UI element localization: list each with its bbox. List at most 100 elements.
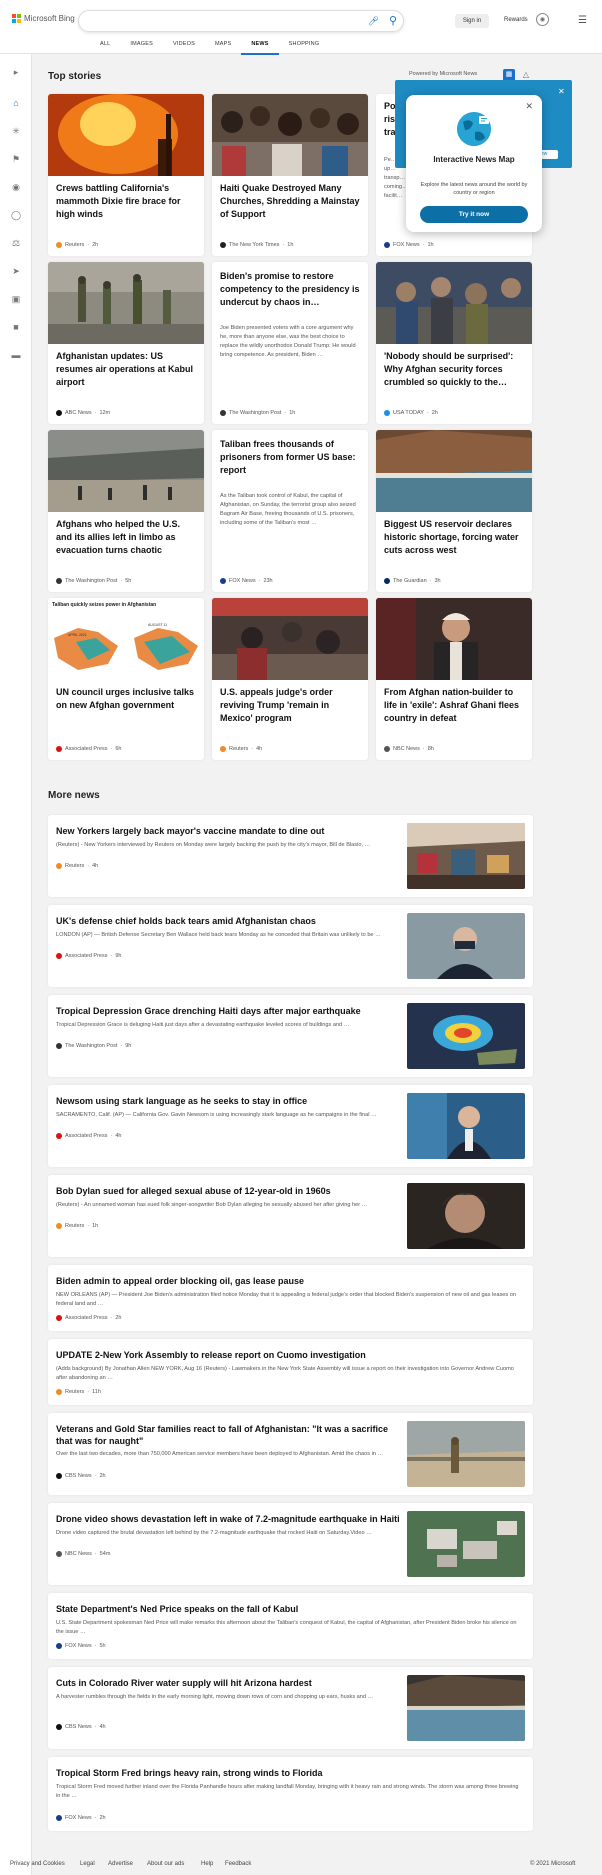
search-input[interactable]: 🎤︎ ⚲ xyxy=(78,10,404,32)
abcnews-logo-icon xyxy=(56,410,62,416)
tab-images[interactable]: IMAGES xyxy=(120,41,163,55)
copyright: © 2021 Microsoft xyxy=(530,1861,576,1867)
news-row[interactable]: UPDATE 2-New York Assembly to release re… xyxy=(48,1339,533,1405)
tab-news[interactable]: NEWS xyxy=(241,41,279,55)
news-title[interactable]: Tropical Depression Grace drenching Hait… xyxy=(56,1005,406,1017)
bing-logo[interactable]: Microsoft Bing xyxy=(12,14,75,23)
news-title[interactable]: Tropical Storm Fred brings heavy rain, s… xyxy=(56,1767,524,1779)
category-sidebar: ▸ ⌂ ✳ ⚑ ◉ ◯ ⚖ ➤ ▣ ■ ▬ xyxy=(0,54,32,1875)
news-image xyxy=(407,1511,525,1577)
news-row[interactable]: UK's defense chief holds back tears amid… xyxy=(48,905,533,987)
story-title[interactable]: Taliban frees thousands of prisoners fro… xyxy=(220,438,362,477)
news-row[interactable]: Drone video shows devastation left in wa… xyxy=(48,1503,533,1585)
footer-link-about-ads[interactable]: About our ads xyxy=(147,1861,184,1867)
story-title[interactable]: Biden's promise to restore competency to… xyxy=(220,270,362,309)
story-card[interactable]: Afghans who helped the U.S. and its alli… xyxy=(48,430,204,592)
map-title: Taliban quickly seizes power in Afghanis… xyxy=(52,602,156,608)
news-row[interactable]: Cuts in Colorado River water supply will… xyxy=(48,1667,533,1749)
news-row[interactable]: Tropical Depression Grace drenching Hait… xyxy=(48,995,533,1077)
news-title[interactable]: Drone video shows devastation left in wa… xyxy=(56,1513,406,1525)
story-title[interactable]: From Afghan nation-builder to life in 'e… xyxy=(384,686,526,725)
story-title[interactable]: Afghans who helped the U.S. and its alli… xyxy=(56,518,198,557)
news-image xyxy=(407,1421,525,1487)
news-source: Reuters · 1h xyxy=(56,1223,98,1229)
close-icon[interactable]: ✕ xyxy=(525,101,533,112)
sign-in-button[interactable]: Sign in xyxy=(455,14,489,28)
news-source: CBS News · 2h xyxy=(56,1473,106,1479)
news-title[interactable]: Cuts in Colorado River water supply will… xyxy=(56,1677,406,1689)
story-card[interactable]: U.S. appeals judge's order reviving Trum… xyxy=(212,598,368,760)
tab-maps[interactable]: MAPS xyxy=(205,41,241,55)
news-row[interactable]: New Yorkers largely back mayor's vaccine… xyxy=(48,815,533,897)
story-source: NBC News · 8h xyxy=(384,746,434,752)
news-title[interactable]: New Yorkers largely back mayor's vaccine… xyxy=(56,825,406,837)
news-source: Associated Press · 2h xyxy=(56,1315,121,1321)
story-title[interactable]: UN council urges inclusive talks on new … xyxy=(56,686,198,712)
story-card[interactable]: Taliban frees thousands of prisoners fro… xyxy=(212,430,368,592)
story-card[interactable]: From Afghan nation-builder to life in 'e… xyxy=(376,598,532,760)
news-row[interactable]: Veterans and Gold Star families react to… xyxy=(48,1413,533,1495)
local-pin-icon[interactable]: ◉ xyxy=(9,180,23,194)
expand-sidebar-icon[interactable]: ▸ xyxy=(9,65,23,79)
footer-link-feedback[interactable]: Feedback xyxy=(225,1861,251,1867)
home-icon[interactable]: ⌂ xyxy=(9,96,23,110)
story-card[interactable]: Haiti Quake Destroyed Many Churches, Shr… xyxy=(212,94,368,256)
rewards-link[interactable]: Rewards xyxy=(504,17,528,23)
money-icon[interactable]: ▬ xyxy=(9,348,23,362)
story-title[interactable]: Biggest US reservoir declares historic s… xyxy=(384,518,526,557)
world-globe-icon[interactable]: ◯ xyxy=(9,208,23,222)
story-title[interactable]: Haiti Quake Destroyed Many Churches, Shr… xyxy=(220,182,362,221)
story-card[interactable]: Taliban quickly seizes power in Afghanis… xyxy=(48,598,204,760)
news-title[interactable]: State Department's Ned Price speaks on t… xyxy=(56,1603,524,1615)
story-card[interactable]: Afghanistan updates: US resumes air oper… xyxy=(48,262,204,424)
coronavirus-icon[interactable]: ✳ xyxy=(9,124,23,138)
search-icon[interactable]: ⚲ xyxy=(389,14,397,27)
news-title[interactable]: Bob Dylan sued for alleged sexual abuse … xyxy=(56,1185,406,1197)
story-title[interactable]: 'Nobody should be surprised': Why Afghan… xyxy=(384,350,526,389)
story-card[interactable]: 'Nobody should be surprised': Why Afghan… xyxy=(376,262,532,424)
rewards-trophy-icon[interactable]: ◉ xyxy=(536,13,549,26)
ap-logo-icon xyxy=(56,746,62,752)
news-title[interactable]: UPDATE 2-New York Assembly to release re… xyxy=(56,1349,524,1361)
interactive-news-map-popup: ✕ Interactive News Map Explore the lates… xyxy=(406,95,542,232)
nbcnews-logo-icon xyxy=(384,746,390,752)
reuters-logo-icon xyxy=(56,863,62,869)
news-row[interactable]: State Department's Ned Price speaks on t… xyxy=(48,1593,533,1659)
news-row[interactable]: Newsom using stark language as he seeks … xyxy=(48,1085,533,1167)
us-flag-icon[interactable]: ⚑ xyxy=(9,152,23,166)
business-icon[interactable]: ■ xyxy=(9,320,23,334)
close-banner-icon[interactable]: ✕ xyxy=(558,87,565,96)
story-title[interactable]: Crews battling California's mammoth Dixi… xyxy=(56,182,198,221)
microsoft-logo-icon xyxy=(12,14,21,23)
more-news-heading: More news xyxy=(48,790,100,801)
try-it-now-button[interactable]: Try it now xyxy=(420,206,528,223)
tab-videos[interactable]: VIDEOS xyxy=(163,41,205,55)
footer-link-advertise[interactable]: Advertise xyxy=(108,1861,133,1867)
news-title[interactable]: Biden admin to appeal order blocking oil… xyxy=(56,1275,524,1287)
news-row[interactable]: Tropical Storm Fred brings heavy rain, s… xyxy=(48,1757,533,1831)
entertainment-icon[interactable]: ▣ xyxy=(9,292,23,306)
story-title[interactable]: Afghanistan updates: US resumes air oper… xyxy=(56,350,198,389)
tab-shopping[interactable]: SHOPPING xyxy=(279,41,330,55)
news-image xyxy=(407,1183,525,1249)
news-title[interactable]: Veterans and Gold Star families react to… xyxy=(56,1423,406,1447)
menu-icon[interactable]: ☰ xyxy=(578,15,587,26)
story-card[interactable]: Crews battling California's mammoth Dixi… xyxy=(48,94,204,256)
science-rocket-icon[interactable]: ➤ xyxy=(9,264,23,278)
washingtonpost-logo-icon xyxy=(56,1043,62,1049)
politics-icon[interactable]: ⚖ xyxy=(9,236,23,250)
tab-all[interactable]: ALL xyxy=(90,41,120,55)
story-card[interactable]: Biggest US reservoir declares historic s… xyxy=(376,430,532,592)
news-title[interactable]: UK's defense chief holds back tears amid… xyxy=(56,915,406,927)
news-row[interactable]: Bob Dylan sued for alleged sexual abuse … xyxy=(48,1175,533,1257)
footer-link-help[interactable]: Help xyxy=(201,1861,213,1867)
foxnews-logo-icon xyxy=(220,578,226,584)
footer-link-legal[interactable]: Legal xyxy=(80,1861,95,1867)
story-card[interactable]: Biden's promise to restore competency to… xyxy=(212,262,368,424)
news-image xyxy=(407,823,525,889)
news-title[interactable]: Newsom using stark language as he seeks … xyxy=(56,1095,406,1107)
microphone-icon[interactable]: 🎤︎ xyxy=(368,16,379,27)
story-title[interactable]: U.S. appeals judge's order reviving Trum… xyxy=(220,686,362,725)
news-row[interactable]: Biden admin to appeal order blocking oil… xyxy=(48,1265,533,1331)
footer-link-privacy[interactable]: Privacy and Cookies xyxy=(10,1861,65,1867)
